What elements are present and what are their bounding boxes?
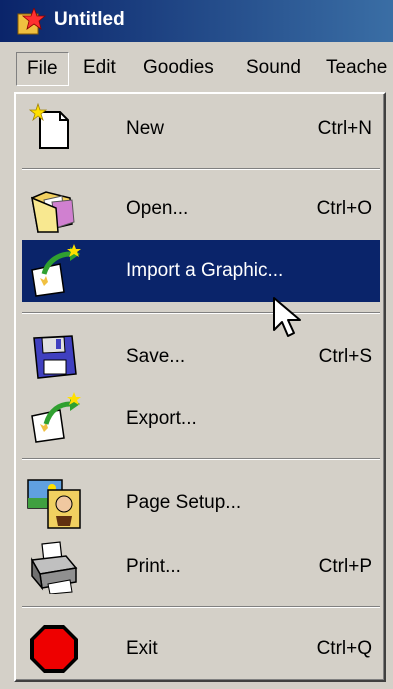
- menu-item-label: Save...: [126, 346, 186, 367]
- import-graphic-icon: [31, 244, 81, 297]
- menu-separator: [22, 168, 380, 170]
- app-icon: [17, 8, 46, 35]
- menu-item-label: Import a Graphic...: [126, 260, 284, 281]
- menu-separator: [22, 458, 380, 460]
- menu-item-shortcut: Ctrl+O: [316, 198, 372, 219]
- menu-item-save[interactable]: Save... Ctrl+S: [22, 326, 380, 388]
- new-page-icon: [28, 102, 69, 149]
- printer-icon: [30, 541, 78, 594]
- menu-teacher[interactable]: Teache: [316, 52, 393, 84]
- menu-file[interactable]: File: [16, 52, 69, 86]
- menu-item-export[interactable]: Export...: [22, 388, 380, 450]
- floppy-disk-icon: [33, 335, 77, 379]
- menu-edit[interactable]: Edit: [73, 52, 126, 84]
- menu-item-new[interactable]: New Ctrl+N: [22, 98, 380, 160]
- file-menu-dropdown: New Ctrl+N Open... Ctrl+O Import a Graph…: [14, 92, 386, 682]
- menu-bar: File Edit Goodies Sound Teache: [0, 48, 393, 90]
- menu-goodies[interactable]: Goodies: [133, 52, 224, 84]
- title-bar: Untitled: [0, 0, 393, 42]
- menu-item-label: Open...: [126, 198, 189, 219]
- menu-item-shortcut: Ctrl+P: [318, 556, 372, 577]
- menu-item-label: Export...: [126, 408, 197, 429]
- menu-separator: [22, 606, 380, 608]
- menu-item-open[interactable]: Open... Ctrl+O: [22, 178, 380, 240]
- menu-item-shortcut: Ctrl+Q: [316, 638, 372, 659]
- menu-separator: [22, 312, 380, 314]
- export-icon: [31, 392, 81, 443]
- menu-item-print[interactable]: Print... Ctrl+P: [22, 536, 380, 598]
- menu-item-shortcut: Ctrl+S: [318, 346, 372, 367]
- page-setup-icon: [27, 479, 81, 529]
- mouse-cursor-icon: [273, 297, 301, 337]
- menu-item-page-setup[interactable]: Page Setup...: [22, 472, 380, 534]
- menu-item-label: New: [126, 118, 165, 139]
- menu-item-exit[interactable]: Exit Ctrl+Q: [22, 618, 380, 680]
- menu-item-label: Page Setup...: [126, 492, 242, 513]
- menu-item-import-graphic[interactable]: Import a Graphic...: [22, 240, 380, 302]
- menu-sound[interactable]: Sound: [236, 52, 311, 84]
- stop-sign-icon: [30, 625, 78, 673]
- menu-item-shortcut: Ctrl+N: [317, 118, 372, 139]
- window-title: Untitled: [54, 9, 125, 30]
- open-folder-icon: [31, 191, 75, 233]
- menu-item-label: Exit: [126, 638, 158, 659]
- menu-item-label: Print...: [126, 556, 181, 577]
